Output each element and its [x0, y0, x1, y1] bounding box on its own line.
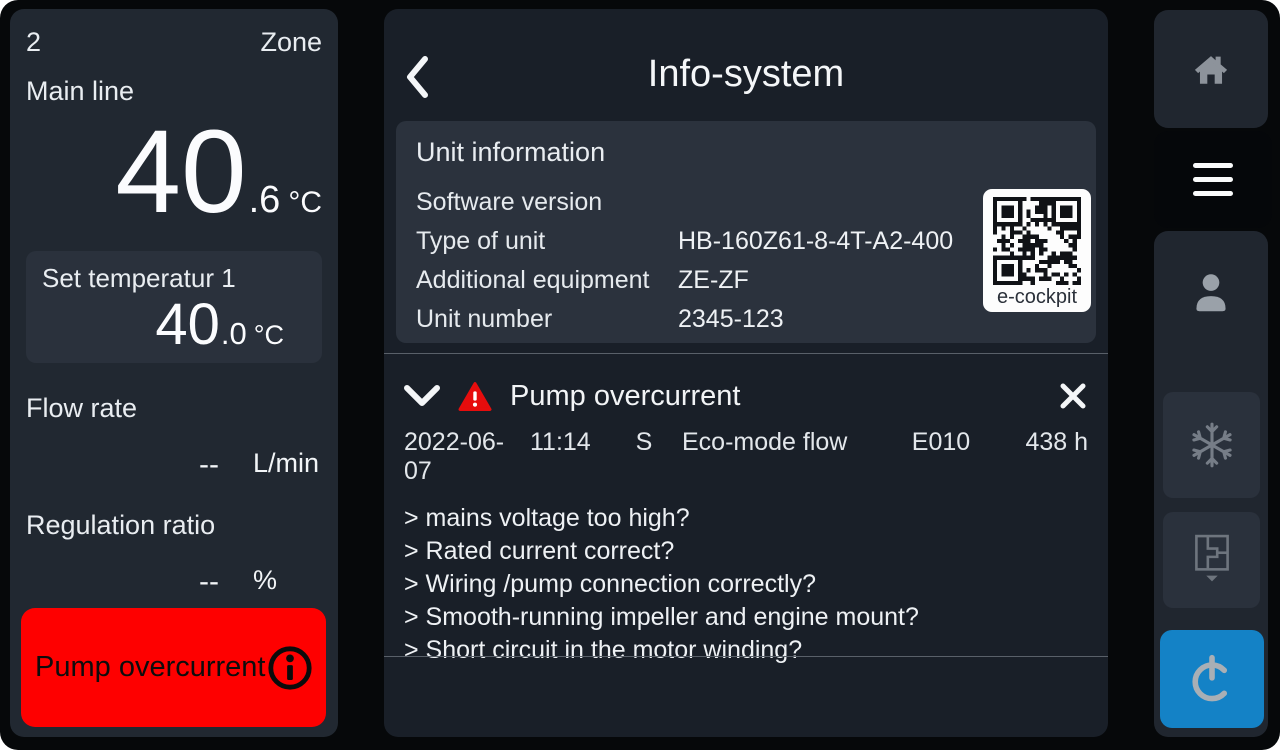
power-button[interactable]: [1160, 630, 1264, 728]
unit-information-rows: Software version Type of unit HB-160Z61-…: [416, 188, 1076, 334]
actual-temp-decimal: .6: [249, 179, 281, 221]
pump-overcurrent-alarm-button[interactable]: Pump overcurrent: [21, 608, 326, 727]
chevron-down-icon[interactable]: [404, 384, 440, 408]
home-icon: [1188, 46, 1234, 92]
set-temperature-value: 40.0°C: [42, 296, 306, 354]
alarm-title: Pump overcurrent: [510, 380, 1058, 413]
flow-rate-label: Flow rate: [26, 393, 322, 424]
close-icon[interactable]: [1058, 381, 1088, 411]
alarm-header-row: Pump overcurrent: [384, 376, 1108, 416]
snowflake-icon: [1186, 419, 1238, 471]
alarm-hint: > Short circuit in the motor winding?: [404, 634, 1088, 667]
zone-header: 2 Zone: [26, 27, 322, 58]
actual-temp-integer: 40: [115, 106, 246, 238]
mold-zone-icon: [1186, 531, 1238, 589]
power-icon: [1184, 651, 1240, 707]
unit-information-title: Unit information: [416, 137, 1076, 168]
alarm-hint-list: > mains voltage too high? > Rated curren…: [384, 502, 1108, 667]
flow-rate-unit: L/min: [253, 448, 319, 482]
mold-zone-button[interactable]: [1163, 512, 1260, 608]
zone-number: 2: [26, 27, 41, 58]
page-title: Info-system: [384, 9, 1108, 96]
unit-row-label: Type of unit: [416, 227, 678, 256]
set-temperature-card[interactable]: Set temperatur 1 40.0°C: [26, 251, 322, 363]
flow-rate-value: --: [26, 448, 219, 482]
unit-row-label: Software version: [416, 188, 678, 217]
set-temp-integer: 40: [155, 292, 220, 357]
divider: [384, 353, 1108, 354]
menu-button-active[interactable]: [1154, 131, 1272, 228]
alarm-hint: > Wiring /pump connection correctly?: [404, 568, 1088, 601]
alarm-operating-hours: 438 h: [1000, 428, 1088, 457]
alarm-time: 11:14: [530, 428, 618, 457]
alarm-hint: > mains voltage too high?: [404, 502, 1088, 535]
alarm-hint: > Smooth-running impeller and engine mou…: [404, 601, 1088, 634]
unit-row-label: Unit number: [416, 305, 678, 334]
alarm-source: Eco-mode flow: [670, 428, 882, 457]
back-chevron-icon[interactable]: [404, 55, 430, 99]
qr-caption: e-cockpit: [989, 286, 1085, 309]
set-temp-decimal: .0: [221, 316, 247, 351]
actual-temp-unit: °C: [288, 186, 322, 219]
zone-card[interactable]: 2 Zone Main line 40.6°C Set temperatur 1…: [10, 9, 338, 737]
user-icon: [1185, 267, 1237, 319]
alarm-class: S: [618, 428, 670, 457]
zone-label: Zone: [260, 27, 322, 58]
alarm-code: E010: [882, 428, 1000, 457]
qr-code: [993, 197, 1081, 285]
user-button[interactable]: [1154, 261, 1268, 325]
alarm-date: 2022-06-07: [404, 428, 530, 486]
flow-rate-row: -- L/min: [26, 448, 322, 482]
divider: [384, 656, 1108, 657]
unit-row-label: Additional equipment: [416, 266, 678, 295]
home-button[interactable]: [1154, 10, 1268, 128]
info-circle-icon: [266, 644, 314, 692]
alarm-button-label: Pump overcurrent: [35, 651, 266, 684]
set-temp-label: Set temperatur 1: [42, 263, 306, 294]
alarm-hint: > Rated current correct?: [404, 535, 1088, 568]
actual-temperature: 40.6°C: [26, 117, 322, 227]
set-temp-unit: °C: [254, 320, 284, 350]
unit-information-block: Unit information Software version Type o…: [396, 121, 1096, 343]
info-system-panel: Info-system Unit information Software ve…: [384, 9, 1108, 737]
regulation-ratio-row: -- %: [26, 565, 322, 599]
regulation-ratio-label: Regulation ratio: [26, 510, 322, 541]
sidebar-panel: [1154, 231, 1268, 737]
device-screen: 2 Zone Main line 40.6°C Set temperatur 1…: [0, 0, 1280, 750]
info-header: Info-system: [384, 9, 1108, 121]
warning-triangle-icon: [458, 381, 492, 412]
main-line-label: Main line: [26, 76, 322, 107]
alarm-meta-row: 2022-06-07 11:14 S Eco-mode flow E010 43…: [384, 428, 1108, 486]
cooling-button[interactable]: [1163, 392, 1260, 498]
regulation-ratio-value: --: [26, 565, 219, 599]
regulation-ratio-unit: %: [253, 565, 277, 599]
e-cockpit-qr-card: e-cockpit: [983, 189, 1091, 312]
